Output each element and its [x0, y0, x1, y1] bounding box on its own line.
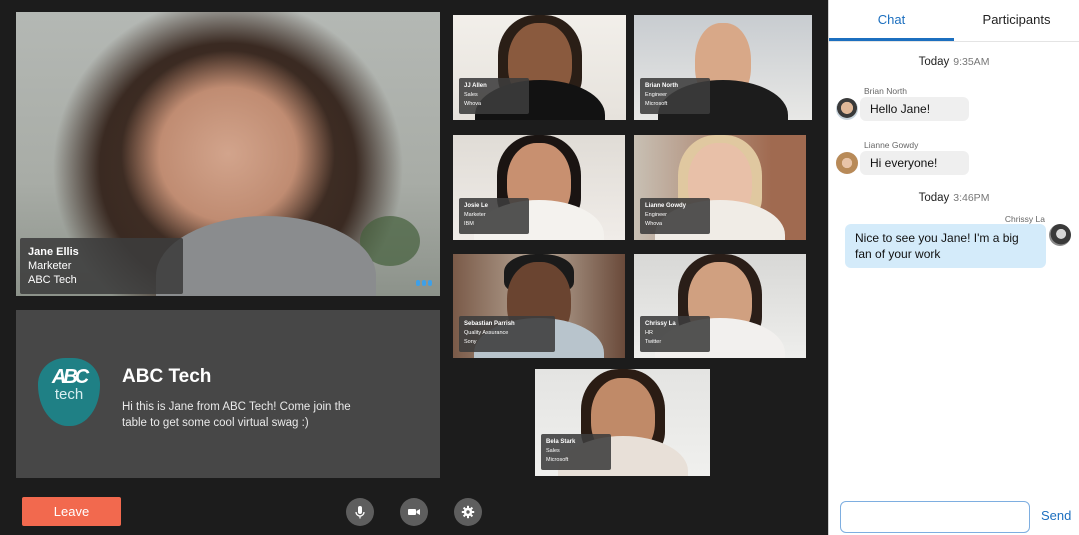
- participant-role: Engineer: [645, 212, 668, 218]
- message-bubble: Nice to see you Jane! I'm a big fan of y…: [845, 224, 1046, 268]
- participant-name-card: JJ Allen Sales Whova: [459, 78, 529, 114]
- booth-info-panel: ABC tech ABC Tech Hi this is Jane from A…: [16, 310, 440, 478]
- participant-name-card: Chrissy La HR Twitter: [640, 316, 710, 352]
- timestamp-divider: Today 9:35AM: [829, 56, 1079, 68]
- participant-company: Sony: [464, 339, 477, 345]
- main-speaker-name-card: Jane Ellis Marketer ABC Tech: [20, 238, 183, 294]
- participant-name: Bela Stark: [546, 439, 576, 445]
- timestamp-time: 3:46PM: [953, 192, 990, 204]
- settings-button[interactable]: [454, 498, 482, 526]
- speaker-role: Marketer: [28, 260, 72, 272]
- participant-company: Whova: [464, 101, 482, 107]
- participant-name: Chrissy La: [645, 321, 676, 327]
- participant-company: Twitter: [645, 339, 662, 345]
- participant-tile[interactable]: JJ Allen Sales Whova: [453, 15, 626, 120]
- ellipsis-icon[interactable]: [416, 280, 432, 286]
- camera-button[interactable]: [400, 498, 428, 526]
- participant-tile[interactable]: Sebastian Parrish Quality Assurance Sony: [453, 254, 625, 358]
- participant-name-card: Josie Le Marketer IBM: [459, 198, 529, 234]
- video-camera-icon: [408, 509, 420, 515]
- participant-role: Engineer: [645, 92, 668, 98]
- participant-name-card: Lianne Gowdy Engineer Whova: [640, 198, 710, 234]
- speaker-company: ABC Tech: [28, 274, 77, 286]
- participant-role: HR: [645, 330, 653, 336]
- timestamp-day: Today: [918, 56, 950, 68]
- chat-tabs: Chat Participants: [829, 0, 1079, 42]
- participant-company: Microsoft: [645, 101, 668, 107]
- tab-chat[interactable]: Chat: [829, 0, 954, 41]
- participant-role: Sales: [464, 92, 478, 98]
- participant-tile[interactable]: Lianne Gowdy Engineer Whova: [634, 135, 806, 240]
- tab-participants[interactable]: Participants: [954, 0, 1079, 41]
- participant-company: Microsoft: [546, 457, 569, 463]
- participant-tile[interactable]: Brian North Engineer Microsoft: [634, 15, 812, 120]
- speaker-name: Jane Ellis: [28, 246, 79, 258]
- participant-role: Marketer: [464, 212, 486, 218]
- timestamp-time: 9:35AM: [953, 56, 990, 68]
- timestamp-day: Today: [918, 192, 950, 204]
- microphone-button[interactable]: [346, 498, 374, 526]
- participant-company: IBM: [464, 221, 474, 227]
- booth-description: Hi this is Jane from ABC Tech! Come join…: [122, 401, 351, 429]
- participant-name: Lianne Gowdy: [645, 203, 687, 209]
- participant-role: Quality Assurance: [464, 330, 509, 336]
- message-sender: Lianne Gowdy: [864, 140, 919, 150]
- avatar: [836, 98, 858, 120]
- participant-tile[interactable]: Bela Stark Sales Microsoft: [535, 369, 710, 476]
- message-sender: Chrissy La: [1004, 214, 1045, 224]
- participant-tile[interactable]: Josie Le Marketer IBM: [453, 135, 625, 240]
- logo-text-bottom: tech: [54, 386, 84, 403]
- timestamp-divider: Today 3:46PM: [829, 192, 1079, 204]
- participant-name-card: Bela Stark Sales Microsoft: [541, 434, 611, 470]
- chat-sidebar: Chat Participants Today 9:35AM Brian Nort…: [828, 0, 1079, 535]
- avatar: [836, 152, 858, 174]
- company-logo: ABC tech: [38, 358, 100, 426]
- participant-company: Whova: [645, 221, 663, 227]
- avatar: [1049, 224, 1071, 246]
- participant-name: Brian North: [645, 83, 678, 89]
- participant-name: JJ Allen: [464, 83, 487, 89]
- booth-title: ABC Tech: [122, 366, 212, 387]
- participant-name: Sebastian Parrish: [464, 321, 515, 327]
- main-speaker-video: Jane Ellis Marketer ABC Tech: [16, 12, 440, 296]
- leave-button[interactable]: Leave: [22, 497, 121, 526]
- gear-icon: [461, 505, 475, 519]
- message-sender: Brian North: [864, 86, 907, 96]
- microphone-icon: [355, 506, 365, 519]
- chat-message-input[interactable]: [840, 501, 1030, 533]
- message-bubble: Hi everyone!: [860, 151, 969, 175]
- video-stage: Jane Ellis Marketer ABC Tech ABC tech AB…: [0, 0, 828, 535]
- participant-name: Josie Le: [464, 203, 489, 209]
- logo-text-top: ABC: [51, 366, 89, 388]
- participant-name-card: Brian North Engineer Microsoft: [640, 78, 710, 114]
- participant-tile[interactable]: Chrissy La HR Twitter: [634, 254, 806, 358]
- participant-name-card: Sebastian Parrish Quality Assurance Sony: [459, 316, 555, 352]
- send-button[interactable]: Send: [1041, 508, 1071, 523]
- speaker-shirt: [156, 216, 376, 296]
- participant-role: Sales: [546, 448, 560, 454]
- message-bubble: Hello Jane!: [860, 97, 969, 121]
